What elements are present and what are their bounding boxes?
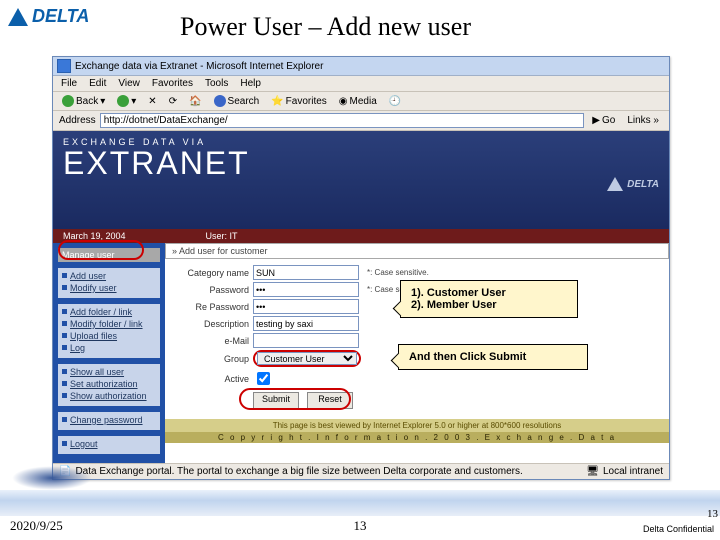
refresh-button[interactable]: ⟳ <box>166 95 180 108</box>
group-select-highlight: Customer User <box>253 350 361 367</box>
menu-file[interactable]: File <box>61 78 77 89</box>
links-button[interactable]: Links » <box>623 115 663 126</box>
browser-window: Exchange data via Extranet - Microsoft I… <box>52 56 670 480</box>
input-password[interactable] <box>253 282 359 297</box>
input-repassword[interactable] <box>253 299 359 314</box>
hint-category: *: Case sensitive. <box>367 268 429 277</box>
highlight-adduser <box>58 240 144 260</box>
select-group[interactable]: Customer User <box>257 352 357 365</box>
window-titlebar[interactable]: Exchange data via Extranet - Microsoft I… <box>53 57 669 76</box>
bottom-band <box>0 490 720 516</box>
address-input[interactable] <box>100 113 585 128</box>
menu-bar: File Edit View Favorites Tools Help <box>53 76 669 92</box>
ie-toolbar: Back ▾ ▾ ✕ ⟳ 🏠 Search ⭐Favorites ◉Media … <box>53 92 669 111</box>
menu-help[interactable]: Help <box>240 78 261 89</box>
history-button[interactable]: 🕘 <box>386 95 404 108</box>
slide-title: Power User – Add new user <box>180 12 471 42</box>
menu-edit[interactable]: Edit <box>89 78 106 89</box>
lbl-password: Password <box>171 285 249 295</box>
lbl-active: Active <box>171 374 249 384</box>
forward-button[interactable]: ▾ <box>114 94 139 108</box>
address-label: Address <box>59 115 96 126</box>
sidebar-log[interactable]: Log <box>62 342 156 354</box>
window-title: Exchange data via Extranet - Microsoft I… <box>75 61 323 72</box>
slide-page-center: 13 <box>354 518 367 534</box>
sidebar-set-auth[interactable]: Set authorization <box>62 378 156 390</box>
sidebar: Manage user Add user Modify user Add fol… <box>53 243 165 463</box>
stop-button[interactable]: ✕ <box>145 95 159 108</box>
callout-action: And then Click Submit <box>398 344 588 370</box>
slide-date: 2020/9/25 <box>10 518 63 534</box>
search-button[interactable]: Search <box>211 94 263 108</box>
sidebar-add-user[interactable]: Add user <box>62 270 156 282</box>
info-user: User: IT <box>206 231 238 241</box>
lbl-group: Group <box>171 354 249 364</box>
highlight-submit <box>239 388 351 410</box>
input-description[interactable] <box>253 316 359 331</box>
lbl-category: Category name <box>171 268 249 278</box>
delta-logo-text: DELTA <box>32 6 89 27</box>
slide-page-corner: 13 <box>707 508 718 520</box>
status-text: Data Exchange portal. The portal to exch… <box>75 466 582 477</box>
sidebar-show-all-user[interactable]: Show all user <box>62 366 156 378</box>
lbl-repassword: Re Password <box>171 302 249 312</box>
go-button[interactable]: ▶Go <box>588 115 619 126</box>
favorites-button[interactable]: ⭐Favorites <box>268 95 330 108</box>
section-header: » Add user for customer <box>165 243 669 259</box>
menu-view[interactable]: View <box>118 78 140 89</box>
sidebar-modify-user[interactable]: Modify user <box>62 282 156 294</box>
home-button[interactable]: 🏠 <box>186 95 204 108</box>
lbl-email: e-Mail <box>171 336 249 346</box>
sidebar-logout[interactable]: Logout <box>62 438 156 450</box>
slide-confidential: Delta Confidential <box>643 524 714 534</box>
sidebar-add-folder[interactable]: Add folder / link <box>62 306 156 318</box>
sidebar-modify-folder[interactable]: Modify folder / link <box>62 318 156 330</box>
page-footer-1: This page is best viewed by Internet Exp… <box>165 419 669 432</box>
page-footer-2: C o p y r i g h t . I n f o r m a t i o … <box>165 432 669 443</box>
sidebar-show-auth[interactable]: Show authorization <box>62 390 156 402</box>
delta-logo: DELTA <box>8 6 89 27</box>
banner-brand: DELTA <box>607 177 659 191</box>
sidebar-change-password[interactable]: Change password <box>62 414 156 426</box>
lbl-description: Description <box>171 319 249 329</box>
media-button[interactable]: ◉Media <box>336 95 380 108</box>
sidebar-upload-files[interactable]: Upload files <box>62 330 156 342</box>
back-button[interactable]: Back ▾ <box>59 94 108 108</box>
status-bar: 📄 Data Exchange portal. The portal to ex… <box>53 463 669 479</box>
callout-options: 1). Customer User 2). Member User <box>400 280 578 318</box>
checkbox-active[interactable] <box>257 372 270 385</box>
menu-favorites[interactable]: Favorites <box>152 78 193 89</box>
zone-text: Local intranet <box>603 466 663 477</box>
extranet-banner: EXCHANGE DATA VIA EXTRANET DELTA <box>53 131 669 229</box>
address-bar: Address ▶Go Links » <box>53 111 669 131</box>
menu-tools[interactable]: Tools <box>205 78 228 89</box>
main-panel: » Add user for customer Category name *: … <box>165 243 669 443</box>
dome-graphic <box>12 466 92 490</box>
zone-icon: 🖥 <box>586 466 599 477</box>
ie-icon <box>57 59 71 73</box>
banner-title: EXTRANET <box>63 147 659 179</box>
input-category[interactable] <box>253 265 359 280</box>
input-email[interactable] <box>253 333 359 348</box>
info-bar: March 19, 2004 User: IT <box>53 229 669 243</box>
